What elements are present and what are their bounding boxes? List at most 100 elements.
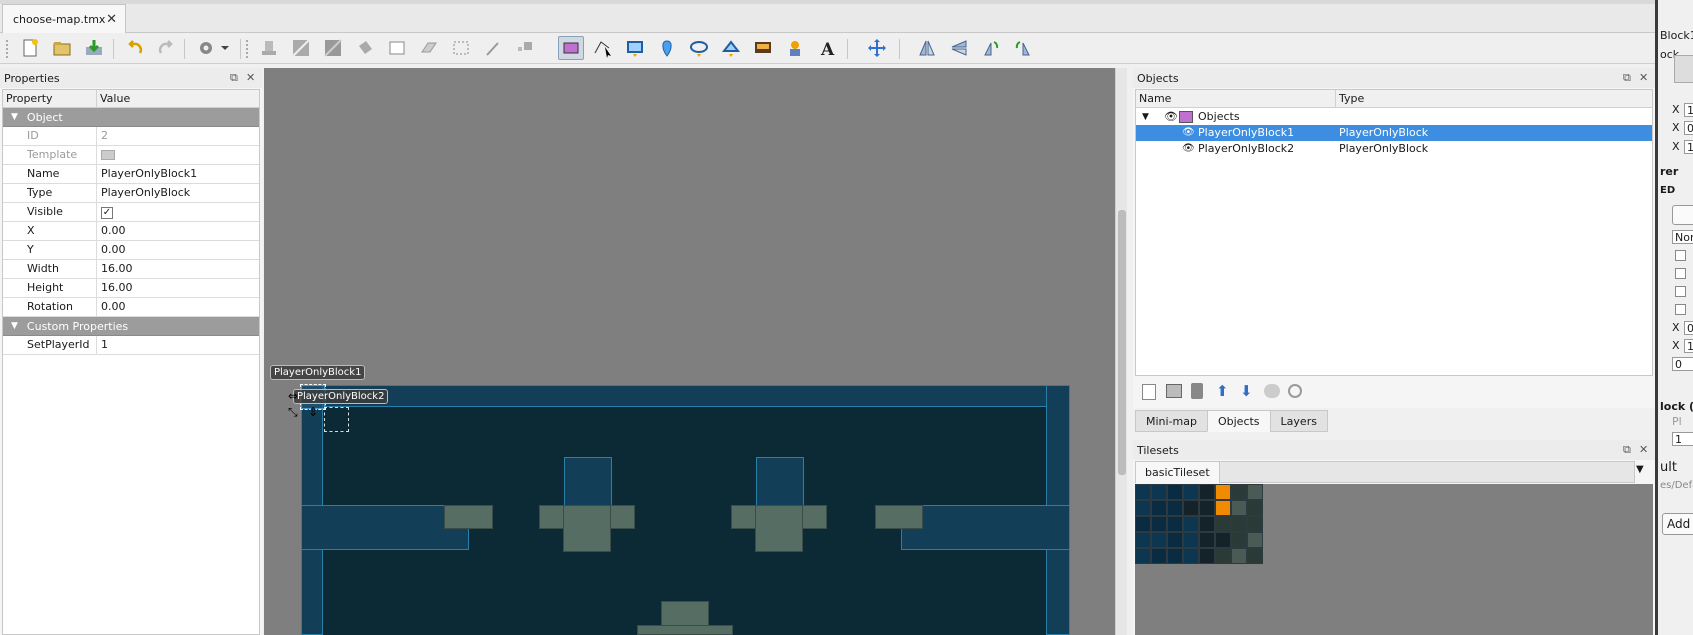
tile[interactable] — [1183, 532, 1199, 548]
value-column-header[interactable]: Value — [97, 90, 130, 107]
rd-field[interactable]: 1 — [1684, 140, 1693, 154]
save-icon[interactable] — [81, 36, 107, 60]
rd-checkbox[interactable] — [1675, 250, 1686, 261]
move-down-icon[interactable]: ⬇ — [1240, 382, 1253, 400]
prop-row-name[interactable]: Name PlayerOnlyBlock1 — [3, 165, 259, 184]
tile[interactable] — [1231, 548, 1247, 564]
eye-icon[interactable]: 👁 — [1164, 109, 1178, 125]
width-field[interactable]: 16.00 — [97, 260, 259, 278]
group-object[interactable]: ▼ Object — [3, 108, 259, 127]
player-only-block-2[interactable] — [324, 407, 349, 432]
tab-objects[interactable]: Objects — [1206, 410, 1271, 432]
rotate-left-icon[interactable] — [978, 36, 1004, 60]
rotate-right-icon[interactable] — [1010, 36, 1036, 60]
rd-field[interactable]: 1 — [1672, 432, 1693, 446]
new-file-icon[interactable] — [17, 36, 43, 60]
eye-icon[interactable]: 👁 — [1182, 141, 1195, 157]
resize-handle-icon[interactable]: ⇕ — [308, 405, 318, 419]
tile[interactable] — [1247, 484, 1263, 500]
tile[interactable] — [1167, 548, 1183, 564]
edit-polygons-icon[interactable] — [590, 36, 616, 60]
height-field[interactable]: 16.00 — [97, 279, 259, 297]
visible-checkbox[interactable]: ✓ — [101, 207, 113, 219]
prop-row-height[interactable]: Height 16.00 — [3, 279, 259, 298]
terrain-brush-icon[interactable] — [288, 36, 314, 60]
rd-field[interactable]: 16 — [1684, 103, 1693, 117]
tile[interactable] — [1215, 484, 1231, 500]
close-panel-icon[interactable]: ✕ — [1639, 71, 1648, 84]
tile[interactable] — [1199, 484, 1215, 500]
document-tab[interactable]: choose-map.tmx ✕ — [2, 4, 126, 33]
prop-row-y[interactable]: Y 0.00 — [3, 241, 259, 260]
tile[interactable] — [1135, 516, 1151, 532]
select-objects-icon[interactable] — [558, 36, 584, 60]
flip-vertical-icon[interactable] — [946, 36, 972, 60]
rd-button[interactable] — [1672, 205, 1693, 225]
rd-checkbox[interactable] — [1675, 268, 1686, 279]
resize-handle-icon[interactable]: ⤡ — [288, 405, 298, 420]
object-properties-icon[interactable] — [1288, 384, 1302, 398]
tileset-view[interactable] — [1135, 484, 1653, 635]
toolbar-grip-2[interactable] — [246, 40, 249, 58]
rd-field[interactable]: 16 — [1684, 339, 1693, 353]
rd-scrollbar[interactable] — [1674, 55, 1693, 83]
flip-horizontal-icon[interactable] — [914, 36, 940, 60]
tile-map[interactable] — [301, 385, 1070, 635]
tile[interactable] — [1231, 516, 1247, 532]
type-field[interactable]: PlayerOnlyBlock — [97, 184, 259, 202]
rd-field[interactable]: 0 — [1684, 321, 1693, 335]
float-icon[interactable]: ⧉ — [1623, 71, 1631, 85]
prop-row-visible[interactable]: Visible ✓ — [3, 203, 259, 222]
close-panel-icon[interactable]: ✕ — [1639, 443, 1648, 456]
open-folder-icon[interactable] — [49, 36, 75, 60]
insert-text-icon[interactable]: A — [814, 36, 840, 60]
tile[interactable] — [1215, 516, 1231, 532]
tile[interactable] — [1199, 500, 1215, 516]
x-field[interactable]: 0.00 — [97, 222, 259, 240]
tile[interactable] — [1135, 548, 1151, 564]
rd-checkbox[interactable] — [1675, 304, 1686, 315]
type-column-header[interactable]: Type — [1336, 90, 1364, 107]
toolbar-grip[interactable] — [6, 40, 9, 58]
move-to-layer-icon[interactable] — [1264, 384, 1280, 398]
property-column-header[interactable]: Property — [3, 90, 97, 107]
tile[interactable] — [1135, 532, 1151, 548]
name-column-header[interactable]: Name — [1136, 90, 1336, 107]
tileset-tab[interactable]: basicTileset — [1136, 462, 1220, 483]
tab-mini-map[interactable]: Mini-map — [1135, 410, 1208, 432]
float-icon[interactable]: ⧉ — [230, 71, 238, 85]
tile[interactable] — [1167, 500, 1183, 516]
y-field[interactable]: 0.00 — [97, 241, 259, 259]
tile[interactable] — [1231, 532, 1247, 548]
tile[interactable] — [1151, 500, 1167, 516]
tile[interactable] — [1215, 548, 1231, 564]
tile[interactable] — [1167, 532, 1183, 548]
object-layer-row[interactable]: ▼ 👁 Objects — [1136, 109, 1652, 125]
prop-row-template[interactable]: Template — [3, 146, 259, 165]
insert-template-icon[interactable] — [782, 36, 808, 60]
resize-handle-icon[interactable]: ⇔ — [288, 389, 298, 403]
setplayerid-field[interactable]: 1 — [97, 336, 259, 354]
move-up-icon[interactable]: ⬆ — [1216, 382, 1229, 400]
bucket-fill-icon[interactable] — [352, 36, 378, 60]
select-same-tile-icon[interactable] — [512, 36, 538, 60]
tile[interactable] — [1183, 548, 1199, 564]
tile[interactable] — [1199, 516, 1215, 532]
redo-icon[interactable] — [153, 36, 179, 60]
add-layer-icon[interactable] — [1142, 384, 1156, 400]
undo-icon[interactable] — [122, 36, 148, 60]
insert-rectangle-icon[interactable] — [622, 36, 648, 60]
rd-dropdown[interactable]: None — [1672, 230, 1693, 244]
tile[interactable] — [1183, 500, 1199, 516]
tile[interactable] — [1215, 532, 1231, 548]
move-icon[interactable] — [864, 36, 890, 60]
tile[interactable] — [1231, 500, 1247, 516]
stamp-brush-icon[interactable] — [256, 36, 282, 60]
prop-row-x[interactable]: X 0.00 — [3, 222, 259, 241]
close-panel-icon[interactable]: ✕ — [246, 71, 255, 84]
tile[interactable] — [1167, 484, 1183, 500]
eye-icon[interactable]: 👁 — [1182, 125, 1195, 141]
scrollbar-thumb[interactable] — [1118, 210, 1126, 475]
tile[interactable] — [1135, 500, 1151, 516]
tile[interactable] — [1247, 516, 1263, 532]
